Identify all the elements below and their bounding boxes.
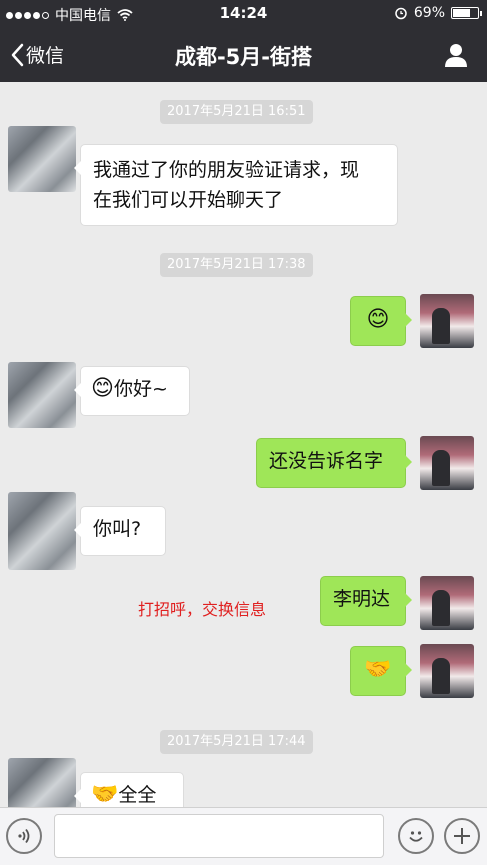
message-bubble-incoming[interactable]: 😊你好~ <box>74 366 190 416</box>
battery-icon <box>451 7 482 19</box>
message-bubble-outgoing[interactable]: 🤝 <box>350 646 412 696</box>
message-bubble-incoming[interactable]: 我通过了你的朋友验证请求，现 在我们可以开始聊天了 <box>74 144 398 226</box>
battery-status: 69% <box>394 5 482 21</box>
contact-avatar[interactable] <box>8 126 76 192</box>
back-button[interactable]: 微信 <box>10 41 64 68</box>
profile-icon[interactable] <box>443 42 469 68</box>
message-line: 我通过了你的朋友验证请求，现 <box>93 159 360 181</box>
smiley-icon <box>409 831 423 842</box>
plus-icon <box>454 828 470 844</box>
my-avatar[interactable] <box>420 576 474 630</box>
handshake-emoji-icon: 🤝 <box>364 657 392 682</box>
message-text: 全全 <box>118 784 157 806</box>
emoji-button[interactable] <box>398 818 434 854</box>
status-bar: 中国电信 14:24 69% <box>0 0 487 28</box>
chat-title: 成都-5月-街搭 <box>174 45 313 69</box>
message-text: 还没告诉名字 <box>269 450 384 472</box>
voice-button[interactable] <box>6 818 42 854</box>
message-text: 你叫? <box>93 518 142 540</box>
my-avatar[interactable] <box>420 294 474 348</box>
more-button[interactable] <box>444 818 480 854</box>
my-avatar[interactable] <box>420 436 474 490</box>
chat-area[interactable]: 2017年5月21日 16:51 我通过了你的朋友验证请求，现 在我们可以开始聊… <box>0 82 487 807</box>
alarm-icon <box>395 7 407 20</box>
message-bubble-outgoing[interactable]: 😊 <box>350 296 412 346</box>
my-avatar[interactable] <box>420 644 474 698</box>
contact-avatar[interactable] <box>8 492 76 570</box>
message-bubble-incoming[interactable]: 你叫? <box>74 506 166 556</box>
smile-emoji-icon: 😊 <box>366 307 390 332</box>
message-bubble-incoming[interactable]: 🤝全全 <box>74 772 184 807</box>
contact-avatar[interactable] <box>8 758 76 807</box>
back-label: 微信 <box>26 45 65 67</box>
annotation-note: 打招呼，交换信息 <box>138 600 267 619</box>
message-bubble-outgoing[interactable]: 李明达 <box>320 576 412 626</box>
contact-avatar[interactable] <box>8 362 76 428</box>
message-line: 在我们可以开始聊天了 <box>93 189 284 211</box>
handshake-emoji-icon: 🤝 <box>91 782 119 807</box>
message-text: 李明达 <box>333 588 391 610</box>
input-bar <box>0 807 487 865</box>
voice-icon <box>18 828 30 844</box>
chevron-left-icon <box>11 43 24 66</box>
nav-bar: 微信 成都-5月-街搭 <box>0 28 487 82</box>
message-input[interactable] <box>54 814 384 858</box>
timestamp: 2017年5月21日 16:51 <box>160 100 313 124</box>
timestamp: 2017年5月21日 17:38 <box>160 253 313 277</box>
message-text: 你好~ <box>113 378 168 400</box>
battery-percent: 69% <box>413 5 445 21</box>
timestamp: 2017年5月21日 17:44 <box>160 730 313 754</box>
smile-emoji-icon: 😊 <box>91 376 114 401</box>
message-bubble-outgoing[interactable]: 还没告诉名字 <box>256 438 412 488</box>
